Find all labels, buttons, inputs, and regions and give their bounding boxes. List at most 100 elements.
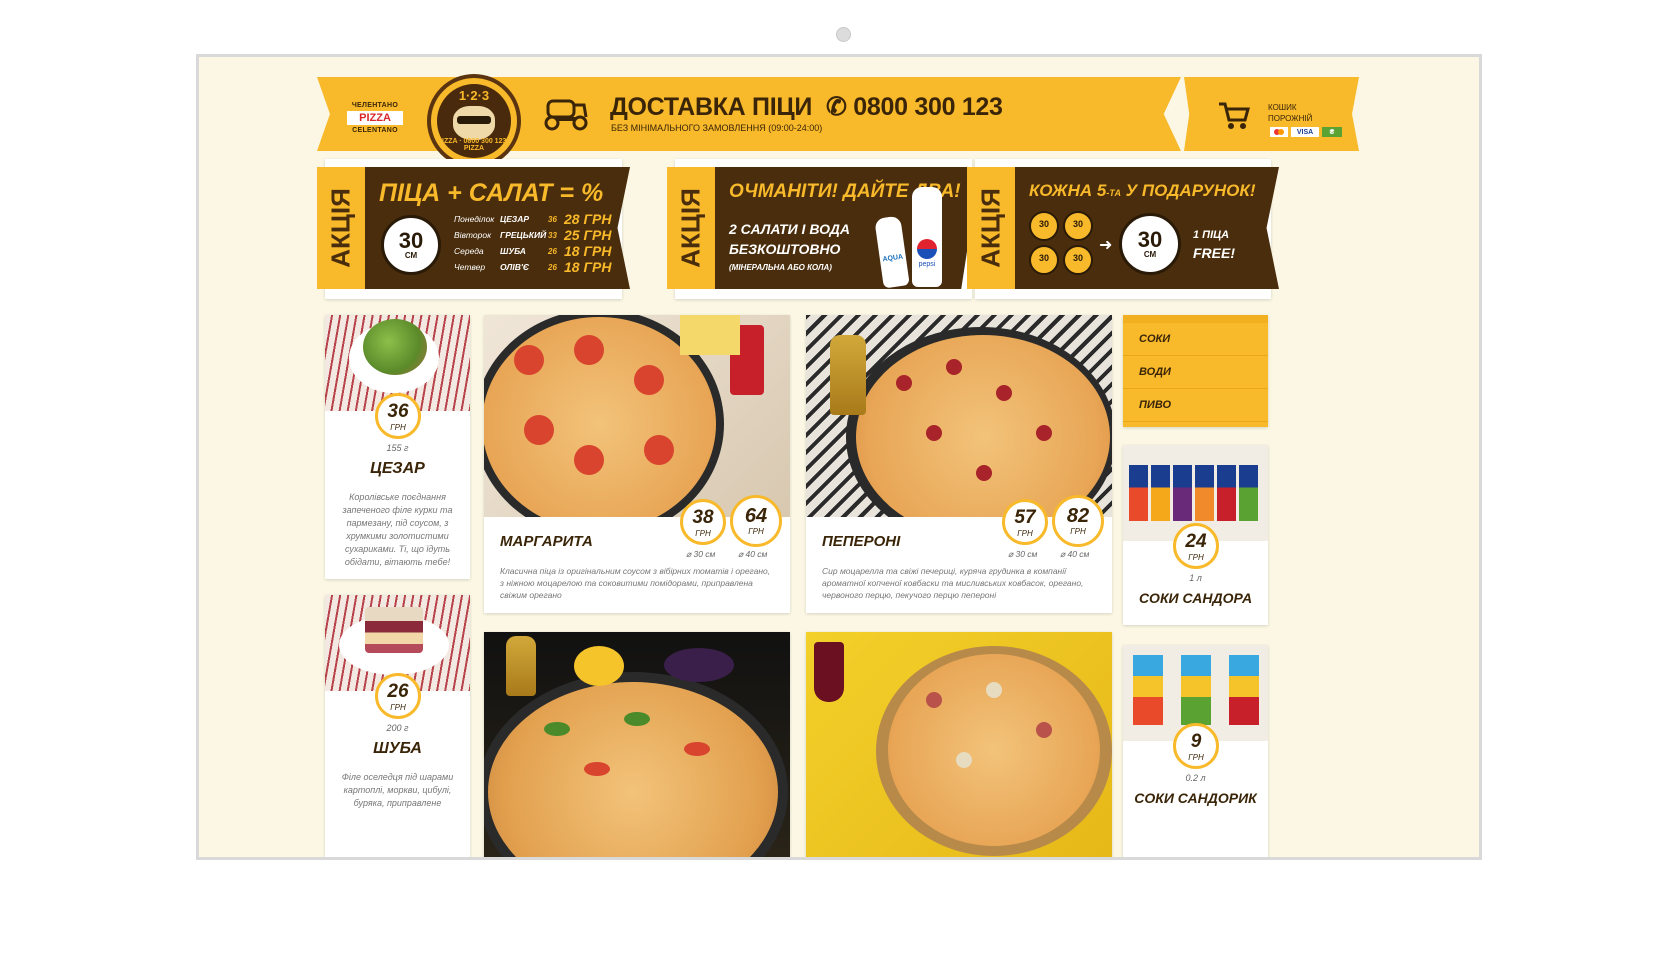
menu-item-beer[interactable]: ПИВО bbox=[1123, 389, 1268, 422]
price-value: 64 bbox=[744, 505, 768, 527]
price-unit: ГРН bbox=[390, 703, 406, 712]
cart-empty-text: ПОРОЖНІЙ bbox=[1268, 114, 1313, 123]
product-card-salad[interactable]: 26 ГРН 200 г ШУБА Філе оселедця під шара… bbox=[325, 595, 470, 857]
product-name[interactable]: СОКИ САНДОРИК bbox=[1123, 790, 1268, 806]
pizza-image bbox=[806, 632, 1112, 857]
mini-30cm-badge: 30 bbox=[1029, 211, 1059, 241]
product-card-pizza[interactable] bbox=[806, 632, 1112, 857]
tomato bbox=[644, 435, 674, 465]
cart-status[interactable]: КОШИК ПОРОЖНІЙ bbox=[1268, 102, 1312, 124]
product-weight: 200 г bbox=[386, 723, 409, 733]
wine-glass bbox=[814, 642, 844, 702]
promo-line-2: БЕЗКОШТОВНО bbox=[729, 241, 841, 257]
promo-tag-text: АКЦІЯ bbox=[325, 188, 356, 268]
product-card-salad[interactable]: 36 ГРН 155 г ЦЕЗАР Королівське поєднання… bbox=[325, 315, 470, 579]
site-logo[interactable]: 1·2·3 PIZZA · 0800 300 123 · PIZZA bbox=[427, 74, 521, 168]
pepper bbox=[684, 742, 710, 756]
product-weight: 155 г bbox=[386, 443, 409, 453]
product-name[interactable]: ПЕПЕРОНІ bbox=[822, 533, 900, 550]
phone-number[interactable]: 0800 300 123 bbox=[853, 93, 1003, 121]
cart-icon[interactable] bbox=[1217, 100, 1251, 130]
product-name[interactable]: ЦЕЗАР bbox=[325, 460, 470, 478]
price-value: 9 bbox=[1190, 731, 1202, 752]
product-name[interactable]: МАРГАРИТА bbox=[500, 533, 593, 550]
pepper bbox=[584, 762, 610, 776]
promo-tag: АКЦІЯ bbox=[967, 167, 1015, 289]
promo-banner-two-salads[interactable]: АКЦІЯ ОЧМАНІТИ! ДАЙТЕ ДВА! 2 САЛАТИ І ВО… bbox=[667, 159, 980, 299]
promo-tag: АКЦІЯ bbox=[317, 167, 365, 289]
price-unit: ГРН bbox=[695, 529, 711, 538]
promo-line-2: FREE! bbox=[1193, 245, 1235, 261]
juice-box bbox=[1229, 655, 1259, 725]
product-card-drink[interactable]: 24 ГРН 1 л СОКИ САНДОРА bbox=[1123, 445, 1268, 625]
product-name[interactable]: СОКИ САНДОРА bbox=[1123, 590, 1268, 606]
juice-box bbox=[1151, 465, 1170, 521]
size-small: ⌀ 30 см bbox=[1008, 549, 1038, 559]
size-large: ⌀ 40 см bbox=[1060, 549, 1090, 559]
eggplant bbox=[664, 648, 734, 682]
size-large: ⌀ 40 см bbox=[738, 549, 768, 559]
promo-schedule: Понеділок ЦЕЗАР 36 28 ГРН Вівторок ГРЕЦЬКИЙ 3… bbox=[454, 211, 612, 275]
mastercard-icon bbox=[1270, 127, 1288, 137]
visa-icon: VISA bbox=[1291, 127, 1319, 137]
price-value: 82 bbox=[1066, 505, 1090, 527]
schedule-item: ЦЕЗАР bbox=[500, 214, 530, 224]
promo-banner-pizza-salad[interactable]: АКЦІЯ ПІЦА + САЛАТ = % 30 СМ Понеділок ЦЕ… bbox=[317, 159, 630, 299]
schedule-old-price: 26 bbox=[548, 262, 557, 272]
price-badge: 9 ГРН bbox=[1173, 723, 1219, 769]
mini-30cm-badge: 30 bbox=[1063, 211, 1093, 241]
promo-title-main: КОЖНА 5 bbox=[1029, 181, 1107, 200]
brand-bottom-text: CELENTANO bbox=[352, 127, 398, 134]
product-name[interactable]: ШУБА bbox=[325, 740, 470, 758]
ham bbox=[1036, 722, 1052, 738]
price-unit: ГРН bbox=[1188, 753, 1204, 762]
schedule-new-price: 18 ГРН bbox=[564, 259, 612, 275]
product-card-pizza[interactable]: 57 ГРН 82 ГРН ПЕПЕРОНІ ⌀ 30 см ⌀ 40 см С… bbox=[806, 315, 1112, 613]
promo-title: КОЖНА 5-ТА У ПОДАРУНОК! bbox=[1029, 181, 1256, 201]
promo-title-sup: -ТА bbox=[1106, 188, 1121, 198]
pepperoni bbox=[946, 359, 962, 375]
product-card-pizza[interactable]: 38 ГРН 64 ГРН МАРГАРИТА ⌀ 30 см ⌀ 40 см … bbox=[484, 315, 790, 613]
pizza-image bbox=[806, 315, 1112, 517]
oil-bottle bbox=[506, 636, 536, 696]
badge-number: 30 bbox=[1137, 227, 1163, 252]
schedule-old-price: 36 bbox=[548, 214, 557, 224]
pepsi-logo bbox=[917, 239, 937, 259]
schedule-item: ОЛІВ'Є bbox=[500, 262, 529, 272]
size-30cm-badge: 30 СМ bbox=[1119, 213, 1181, 275]
privat-icon: ₴ bbox=[1322, 127, 1342, 137]
product-volume: 1 л bbox=[1189, 573, 1202, 583]
brand-logo-celentano[interactable]: ЧЕЛЕНТАНО PIZZA CELENTANO bbox=[347, 102, 403, 134]
aqua-label: AQUA bbox=[882, 253, 904, 264]
tomato bbox=[634, 365, 664, 395]
product-description: Філе оселедця під шарами картоплі, моркв… bbox=[341, 772, 454, 808]
zucchini bbox=[624, 712, 650, 726]
pepperoni bbox=[1036, 425, 1052, 441]
pepperoni bbox=[996, 385, 1012, 401]
schedule-new-price: 28 ГРН bbox=[564, 211, 612, 227]
brand-top-text: ЧЕЛЕНТАНО bbox=[351, 102, 399, 109]
pepperoni bbox=[896, 375, 912, 391]
promo-line-1: 2 САЛАТИ І ВОДА bbox=[729, 221, 851, 237]
schedule-old-price: 26 bbox=[548, 246, 557, 256]
salad-food bbox=[365, 607, 423, 653]
schedule-old-price: 33 bbox=[548, 230, 557, 240]
product-card-pizza[interactable] bbox=[484, 632, 790, 857]
tomato bbox=[524, 415, 554, 445]
price-unit: ГРН bbox=[1188, 553, 1204, 562]
badge-unit: СМ bbox=[1143, 250, 1157, 259]
logo-number: 1·2·3 bbox=[458, 88, 490, 103]
promo-title: ПІЦА + САЛАТ = % bbox=[379, 179, 604, 207]
schedule-day: Середа bbox=[454, 246, 484, 256]
promo-title-end: У ПОДАРУНОК! bbox=[1120, 181, 1256, 200]
juice-box bbox=[1239, 465, 1258, 521]
menu-top bbox=[1123, 315, 1268, 323]
schedule-row: Вівторок ГРЕЦЬКИЙ 33 25 ГРН bbox=[454, 227, 612, 243]
price-value: 36 bbox=[387, 401, 409, 422]
product-card-drink[interactable]: 9 ГРН 0.2 л СОКИ САНДОРИК bbox=[1123, 645, 1268, 857]
promo-banner-every-fifth[interactable]: АКЦІЯ КОЖНА 5-ТА У ПОДАРУНОК! 30 30 30 3… bbox=[967, 159, 1279, 299]
tomato bbox=[574, 335, 604, 365]
menu-item-juices[interactable]: СОКИ bbox=[1123, 323, 1268, 356]
price-value: 24 bbox=[1185, 531, 1207, 552]
menu-item-water[interactable]: ВОДИ bbox=[1123, 356, 1268, 389]
